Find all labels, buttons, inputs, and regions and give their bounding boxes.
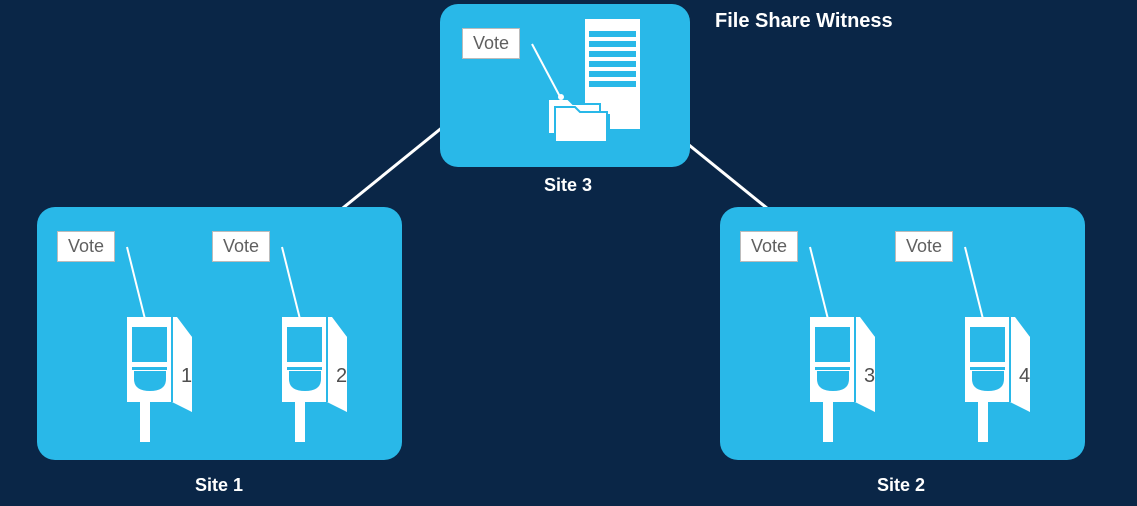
site2-node4-number: 4 [1019, 365, 1030, 388]
site2-node3-vote-tag: Vote [740, 231, 798, 262]
site2-box: Vote 3 Vote 4 [720, 207, 1085, 460]
site3-vote-tag: Vote [462, 28, 520, 59]
site2-node4-lead [964, 247, 984, 320]
folder-icon [545, 89, 615, 144]
site3-box: Vote [440, 4, 690, 167]
site3-label: Site 3 [544, 175, 592, 196]
site1-node2-anchor [296, 318, 302, 324]
site1-node1-anchor [141, 318, 147, 324]
site3-vote-anchor [558, 94, 564, 100]
site1-node1-vote-tag: Vote [57, 231, 115, 262]
site1-box: Vote 1 Vote 2 [37, 207, 402, 460]
site2-node3-number: 3 [864, 365, 875, 388]
site1-node2-lead [281, 247, 301, 320]
site1-node2-vote-tag: Vote [212, 231, 270, 262]
witness-title: File Share Witness [715, 10, 893, 33]
site2-node3-lead [809, 247, 829, 320]
site1-node2-number: 2 [336, 365, 347, 388]
site1-node1-number: 1 [181, 365, 192, 388]
site1-label: Site 1 [195, 475, 243, 496]
site1-node1-lead [126, 247, 146, 320]
site2-node3-anchor [824, 318, 830, 324]
site2-label: Site 2 [877, 475, 925, 496]
site2-node4-vote-tag: Vote [895, 231, 953, 262]
site2-node4-anchor [979, 318, 985, 324]
